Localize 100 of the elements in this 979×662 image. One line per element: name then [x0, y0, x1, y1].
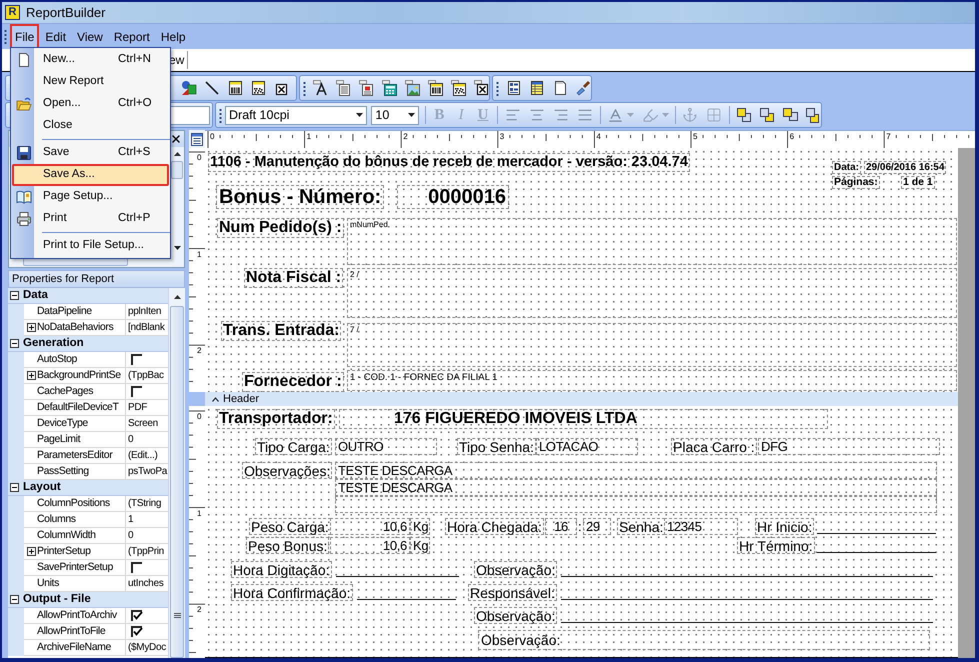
- caret-down-icon[interactable]: [174, 246, 180, 250]
- barcode-icon[interactable]: [227, 80, 243, 96]
- table-icon[interactable]: [529, 80, 545, 96]
- expand-icon[interactable]: [27, 547, 36, 556]
- toolbar-grip-icon[interactable]: [496, 80, 499, 96]
- matrix-code-icon[interactable]: [250, 80, 266, 96]
- expand-icon[interactable]: [27, 371, 36, 380]
- caret-down-icon[interactable]: [408, 113, 415, 117]
- checkbox[interactable]: [131, 562, 143, 574]
- align-justify-icon[interactable]: [577, 107, 594, 123]
- property-row[interactable]: PrinterSetup (TppPrin: [8, 544, 168, 560]
- menu-item[interactable]: New... Ctrl+N: [12, 49, 169, 71]
- category-header[interactable]: Layout: [8, 480, 168, 496]
- property-row[interactable]: ColumnPositions (TString: [8, 496, 168, 512]
- checkbox-x-icon[interactable]: [474, 80, 490, 96]
- shapes-icon[interactable]: [181, 80, 197, 96]
- menu-item[interactable]: Save Ctrl+S: [12, 142, 169, 164]
- collapse-icon[interactable]: [10, 339, 19, 348]
- menu-bar-item[interactable]: Help: [156, 24, 191, 50]
- field-label: Hr Término:: [737, 537, 815, 554]
- close-icon[interactable]: [170, 133, 182, 145]
- bring-forward-icon[interactable]: [782, 107, 798, 123]
- list-icon[interactable]: [191, 132, 203, 146]
- property-row[interactable]: ColumnWidth 0: [8, 528, 168, 544]
- line-icon[interactable]: [204, 80, 220, 96]
- expand-icon[interactable]: [27, 323, 36, 332]
- data-field: 10,6: [330, 518, 410, 535]
- form-layout-icon[interactable]: [506, 80, 522, 96]
- barcode-icon[interactable]: [428, 80, 444, 96]
- ruler-label: 4: [596, 133, 601, 141]
- checkbox[interactable]: [131, 626, 143, 638]
- property-row[interactable]: Units utInches: [8, 576, 168, 592]
- category-header[interactable]: Output - File: [8, 592, 168, 608]
- checkbox[interactable]: [131, 354, 143, 366]
- menu-item[interactable]: Print to File Setup...: [12, 235, 169, 257]
- paintbrush-icon[interactable]: [575, 80, 591, 96]
- menu-bar-item[interactable]: Edit: [40, 24, 72, 50]
- image-icon[interactable]: [405, 80, 421, 96]
- property-row[interactable]: PageLimit 0: [8, 432, 168, 448]
- memo-field: TESTE DESCARGA: [335, 462, 937, 479]
- caret-up-icon[interactable]: [212, 396, 219, 402]
- menu-item[interactable]: Close: [12, 115, 169, 137]
- caret-up-icon[interactable]: [174, 152, 180, 156]
- toolbar-grip-icon[interactable]: [303, 80, 306, 96]
- toolbar-grip-icon[interactable]: [219, 108, 222, 122]
- matrix-code-icon[interactable]: [451, 80, 467, 96]
- scrollbar-thumb[interactable]: [171, 161, 183, 179]
- property-row[interactable]: NoDataBehaviors [ndBlank: [8, 320, 168, 336]
- menu-bar-item[interactable]: Report: [108, 24, 155, 50]
- align-left-icon[interactable]: [505, 107, 522, 123]
- align-center-icon[interactable]: [529, 107, 546, 123]
- send-to-back-icon[interactable]: [758, 107, 775, 123]
- property-row[interactable]: SavePrinterSetup: [8, 560, 168, 576]
- category-header[interactable]: Data: [8, 288, 168, 304]
- menu-item[interactable]: Print Ctrl+P: [12, 208, 169, 230]
- collapse-icon[interactable]: [10, 595, 19, 604]
- calculator-icon[interactable]: [382, 80, 398, 96]
- property-row[interactable]: DataPipeline pplnIten: [8, 304, 168, 320]
- property-row[interactable]: AllowPrintToFile: [8, 624, 168, 640]
- memo-field: TESTE DESCARGA: [335, 479, 937, 496]
- grip-icon[interactable]: [174, 613, 180, 619]
- menu-item[interactable]: Save As...: [12, 164, 169, 186]
- property-row[interactable]: ParametersEditor (Edit...): [8, 448, 168, 464]
- property-row[interactable]: AllowPrintToArchiv: [8, 608, 168, 624]
- property-row[interactable]: AutoStop: [8, 352, 168, 368]
- checkbox[interactable]: [131, 610, 143, 622]
- property-row[interactable]: CachePages: [8, 384, 168, 400]
- menu-bar-item[interactable]: View: [72, 24, 108, 50]
- rich-text-icon[interactable]: [359, 80, 375, 96]
- collapse-icon[interactable]: [10, 483, 19, 492]
- send-backward-icon[interactable]: [804, 107, 821, 123]
- font-size-select[interactable]: 10: [371, 106, 419, 124]
- window-title: ReportBuilder: [26, 4, 106, 22]
- font-select[interactable]: Draft 10cpi: [225, 106, 368, 124]
- bring-to-front-icon[interactable]: [736, 107, 752, 123]
- category-header[interactable]: Generation: [8, 336, 168, 352]
- caret-up-icon[interactable]: [174, 294, 180, 298]
- collapse-icon[interactable]: [10, 291, 19, 300]
- align-right-icon[interactable]: [553, 107, 570, 123]
- band-header-bar[interactable]: Header: [205, 392, 958, 406]
- font-color-icon[interactable]: [607, 106, 624, 124]
- menu-item[interactable]: New Report: [12, 71, 169, 93]
- page-icon[interactable]: [552, 80, 568, 96]
- document-lines-icon[interactable]: [336, 80, 352, 96]
- property-row[interactable]: DeviceType Screen: [8, 416, 168, 432]
- property-row[interactable]: Columns 1: [8, 512, 168, 528]
- letter-a-icon[interactable]: [313, 80, 329, 96]
- property-name: AllowPrintToFile: [37, 626, 106, 637]
- property-row[interactable]: DefaultFileDeviceT PDF: [8, 400, 168, 416]
- toolbar-grip-icon[interactable]: [4, 29, 7, 44]
- menu-item[interactable]: Open... Ctrl+O: [12, 93, 169, 115]
- field-label: Tipo Senha:: [457, 438, 536, 455]
- scrollbar-thumb[interactable]: [170, 306, 184, 658]
- menu-item[interactable]: Page Setup...: [12, 186, 169, 208]
- menu-bar-item[interactable]: File: [10, 24, 40, 50]
- checkbox[interactable]: [131, 386, 143, 398]
- caret-down-icon[interactable]: [356, 113, 364, 117]
- property-row[interactable]: ArchiveFileName ($MyDoc: [8, 640, 168, 656]
- property-row[interactable]: PassSetting psTwoPa: [8, 464, 168, 480]
- property-row[interactable]: BackgroundPrintSe (TppBac: [8, 368, 168, 384]
